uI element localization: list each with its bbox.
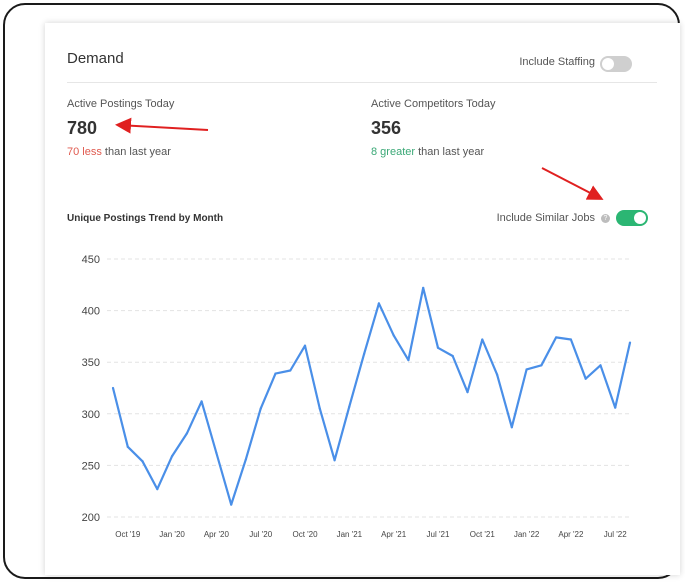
data-point (555, 336, 558, 339)
data-point (481, 338, 484, 341)
data-point (111, 386, 115, 390)
x-tick-label: Jan '20 (159, 530, 185, 539)
x-tick-label: Oct '19 (115, 530, 141, 539)
data-point (436, 346, 440, 349)
data-point (259, 407, 262, 410)
x-tick-label: Jul '21 (427, 530, 450, 539)
data-point (451, 354, 454, 358)
data-point (156, 488, 159, 491)
data-point (200, 400, 203, 403)
data-point (584, 377, 587, 380)
y-tick-label: 350 (82, 357, 100, 369)
x-tick-label: Oct '20 (292, 530, 318, 539)
data-point (289, 369, 292, 372)
data-point (141, 460, 144, 463)
postings-trend-chart: 200 250 300 350 400 450 Oct '19 Jan '20 Apr '20 J… (82, 254, 632, 539)
data-point (614, 406, 617, 409)
x-tick-label: Jan '21 (337, 530, 363, 539)
data-point (392, 334, 395, 337)
x-tick-label: Jul '22 (604, 530, 627, 539)
data-point (333, 459, 336, 462)
data-point (628, 341, 632, 344)
data-point (230, 503, 233, 506)
y-tick-label: 300 (82, 409, 100, 421)
data-point (525, 368, 528, 371)
demand-card: Demand Include Staffing Active Postings … (45, 23, 680, 575)
data-point (348, 405, 351, 408)
data-point (407, 359, 410, 362)
data-point (170, 455, 174, 458)
data-point (495, 373, 499, 376)
data-point (185, 432, 188, 435)
data-point (422, 286, 425, 289)
x-tick-label: Jan '22 (514, 530, 540, 539)
x-tick-label: Apr '21 (381, 530, 407, 539)
y-tick-label: 400 (82, 306, 100, 318)
x-tick-label: Jul '20 (249, 530, 272, 539)
data-point (377, 302, 380, 305)
y-tick-label: 200 (82, 512, 100, 524)
data-point (215, 451, 218, 455)
data-point (126, 445, 129, 448)
y-tick-label: 250 (82, 460, 100, 472)
window-frame: Demand Include Staffing Active Postings … (3, 3, 680, 579)
x-tick-label: Apr '22 (558, 530, 584, 539)
data-point (569, 338, 573, 341)
data-point (540, 364, 543, 367)
data-point (303, 344, 307, 347)
data-point (466, 391, 469, 394)
data-point (599, 364, 602, 367)
y-tick-label: 450 (82, 254, 100, 266)
x-tick-label: Apr '20 (204, 530, 230, 539)
data-point (363, 352, 366, 356)
x-tick-label: Oct '21 (470, 530, 496, 539)
data-point (274, 372, 277, 375)
data-point (318, 407, 321, 410)
data-point (244, 458, 248, 461)
series-line (111, 286, 632, 506)
data-point (510, 426, 513, 429)
